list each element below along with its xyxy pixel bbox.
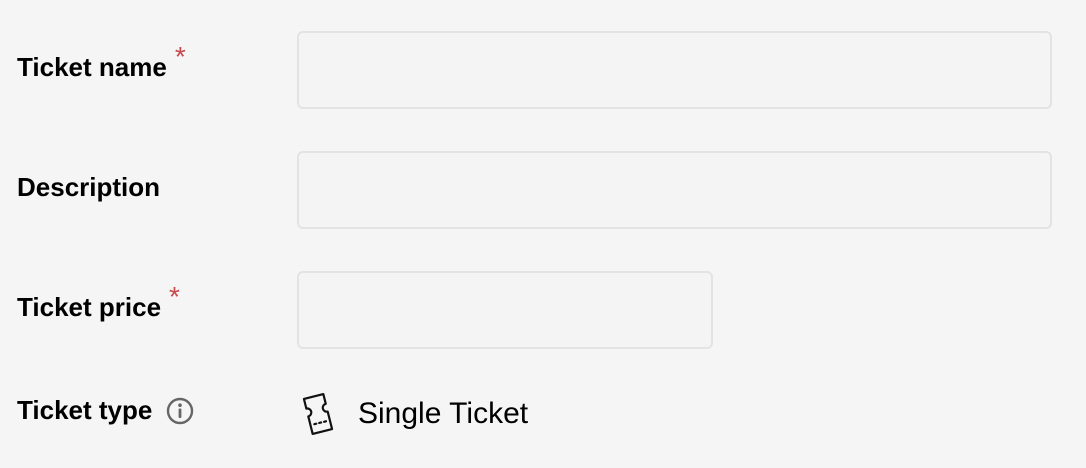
ticket-name-input[interactable] (297, 31, 1052, 109)
ticket-icon (300, 392, 336, 436)
description-label-text: Description (17, 172, 161, 202)
ticket-price-input[interactable] (297, 271, 713, 349)
ticket-name-label: Ticket name * (17, 43, 186, 83)
info-icon[interactable] (166, 397, 194, 425)
ticket-price-label: Ticket price * (17, 283, 180, 323)
ticket-name-label-text: Ticket name (17, 52, 167, 82)
ticket-type-label-text: Ticket type (17, 395, 153, 425)
required-asterisk: * (169, 281, 180, 312)
required-asterisk: * (174, 41, 186, 72)
description-input[interactable] (297, 151, 1052, 229)
ticket-type-value: Single Ticket (300, 392, 528, 436)
ticket-type-label: Ticket type (17, 395, 194, 425)
ticket-type-value-text: Single Ticket (358, 397, 529, 430)
ticket-price-label-text: Ticket price (17, 292, 162, 322)
description-label: Description (17, 172, 160, 202)
